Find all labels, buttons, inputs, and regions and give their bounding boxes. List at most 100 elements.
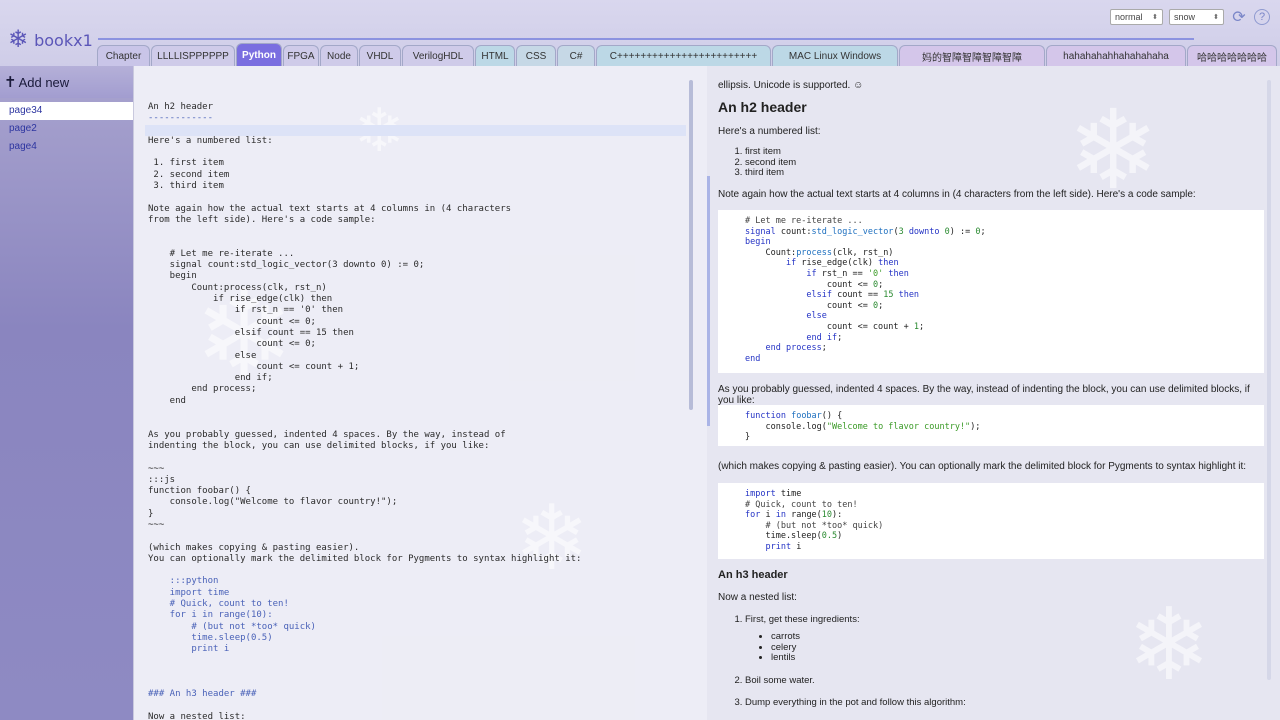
tab-15[interactable]: 哈哈哈哈哈哈哈 (1187, 45, 1277, 66)
code-line: print i (765, 541, 802, 552)
editor-line: begin (148, 271, 197, 282)
preview-guess: As you probably guessed, indented 4 spac… (718, 384, 1250, 406)
tab-5[interactable]: Node (320, 45, 358, 66)
preview-nested-intro: Now a nested list: (718, 592, 797, 603)
add-new-button[interactable]: ✝ Add new (0, 66, 133, 98)
editor-line: signal count:std_logic_vector(3 downto 0… (148, 260, 425, 271)
code-line: if rise_edge(clk) then (785, 258, 899, 269)
editor-line: count <= count + 1; (148, 361, 360, 372)
editor-line: import time (148, 587, 230, 598)
editor-line: time.sleep(0.5) (148, 632, 273, 643)
editor-line: elsif count == 15 then (148, 327, 354, 338)
mode-select[interactable]: normal ⬍ (1110, 9, 1163, 25)
editor-line: function foobar() { (148, 486, 251, 497)
editor-line: (which makes copying & pasting easier). (148, 542, 360, 553)
theme-select[interactable]: snow ⬍ (1169, 9, 1224, 25)
tab-2[interactable]: LLLLISPPPPPP (151, 45, 235, 66)
editor-line: Count:process(clk, rst_n) (148, 282, 327, 293)
preview-h2: An h2 header (718, 99, 807, 115)
list-item: lentils (771, 653, 966, 664)
step-text: Dump everything in the pot and follow th… (745, 697, 966, 709)
editor-line: :::js (148, 474, 176, 485)
tab-4[interactable]: FPGA (283, 45, 319, 66)
editor-line: if rst_n == '0' then (148, 305, 344, 316)
page-item[interactable]: page2 (0, 120, 133, 138)
editor-line: indenting the block, you can use delimit… (148, 440, 490, 451)
mode-select-value: normal (1115, 12, 1143, 22)
preview-steps-list: First, get these ingredients: carrots ce… (718, 614, 966, 708)
page-item[interactable]: page34 (0, 102, 133, 120)
code-line: time.sleep(0.5) (745, 531, 843, 542)
list-item: Boil some water. (745, 675, 966, 686)
tab-3[interactable]: Python (236, 43, 282, 66)
editor-line: } (148, 508, 154, 519)
tab-10[interactable]: C# (557, 45, 595, 66)
code-line: # (but not *too* quick) (765, 520, 884, 531)
tab-11[interactable]: C++++++++++++++++++++++++ (596, 45, 771, 66)
header-controls: normal ⬍ snow ⬍ ⟳ ? (1110, 8, 1270, 26)
editor-line (145, 124, 686, 136)
editor-line: from the left side). Here's a code sampl… (148, 214, 376, 225)
refresh-icon[interactable]: ⟳ (1230, 8, 1248, 26)
preview-note: Note again how the actual text starts at… (718, 189, 1196, 200)
editor-line: end (148, 395, 186, 406)
editor-line: ~~~ (148, 463, 165, 474)
add-new-label: Add new (18, 74, 70, 90)
code-line: if rst_n == '0' then (806, 268, 909, 279)
tab-12[interactable]: MAC Linux Windows (772, 45, 898, 66)
app-logo[interactable]: ❄ bookx1 (8, 28, 93, 52)
preview-code-vhdl: # Let me re-iterate ... signal count:std… (718, 210, 1264, 373)
editor-text[interactable]: An h2 header ------------ Here's a numbere… (145, 102, 688, 720)
chevron-updown-icon: ⬍ (1213, 14, 1219, 21)
editor-line: ------------ (148, 113, 214, 124)
app-name: bookx1 (34, 30, 93, 50)
page-list: page34 page2 page4 (0, 102, 133, 156)
tab-8[interactable]: HTML (475, 45, 515, 66)
plus-cross-icon: ✝ (4, 74, 17, 91)
editor-line: # Quick, count to ten! (148, 599, 289, 610)
preview-code-js: function foobar() { console.log("Welcome… (718, 405, 1264, 446)
preview-numbered-intro: Here's a numbered list: (718, 126, 821, 137)
editor-scrollbar[interactable] (689, 80, 693, 410)
tab-6[interactable]: VHDL (359, 45, 401, 66)
preview-scrollbar[interactable] (1267, 80, 1271, 680)
editor-line: end process; (148, 384, 257, 395)
editor-line: 3. third item (148, 181, 224, 192)
code-line: for i in range(10): (745, 510, 843, 521)
code-line: count <= 0; (745, 279, 884, 290)
code-line: count <= count + 1; (745, 321, 925, 332)
editor-line: You can optionally mark the delimited bl… (148, 553, 582, 564)
code-line: signal count:std_logic_vector(3 downto 0… (745, 226, 986, 237)
editor-line: if rise_edge(clk) then (148, 294, 333, 305)
tab-13[interactable]: 妈的智障智障智障智障 (899, 45, 1045, 66)
editor-line: console.log("Welcome to flavor country!"… (148, 497, 398, 508)
ingredients-list: carrots celery lentils (745, 631, 966, 664)
snowflake-decoration-icon: ❄ (1127, 589, 1211, 701)
tab-9[interactable]: CSS (516, 45, 556, 66)
tab-1[interactable]: Chapter (97, 45, 150, 66)
editor-line: As you probably guessed, indented 4 spac… (148, 429, 506, 440)
editor-line: An h2 header (148, 102, 214, 112)
editor-line: ### An h3 header ### (148, 689, 257, 700)
code-line: import time (745, 489, 802, 499)
editor-line: ~~~ (148, 519, 165, 530)
theme-select-value: snow (1174, 12, 1196, 22)
markdown-editor[interactable]: ❄ ❄ ❄ An h2 header------------Here's a n… (134, 66, 707, 720)
help-icon[interactable]: ? (1254, 9, 1270, 25)
editor-line: 1. first item (148, 158, 224, 169)
sidebar: ✝ Add new page34 page2 page4 (0, 66, 133, 720)
tab-14[interactable]: hahahahahhahahahaha (1046, 45, 1186, 66)
tab-7[interactable]: VerilogHDL (402, 45, 474, 66)
page-item[interactable]: page4 (0, 138, 133, 156)
preview-copy: (which makes copying & pasting easier). … (718, 461, 1247, 472)
app-header: ❄ bookx1 normal ⬍ snow ⬍ ⟳ ? Chapter LLLL… (0, 0, 1280, 66)
help-label: ? (1258, 11, 1266, 23)
snowflake-icon: ❄ (8, 26, 29, 53)
editor-line: end if; (148, 373, 273, 384)
